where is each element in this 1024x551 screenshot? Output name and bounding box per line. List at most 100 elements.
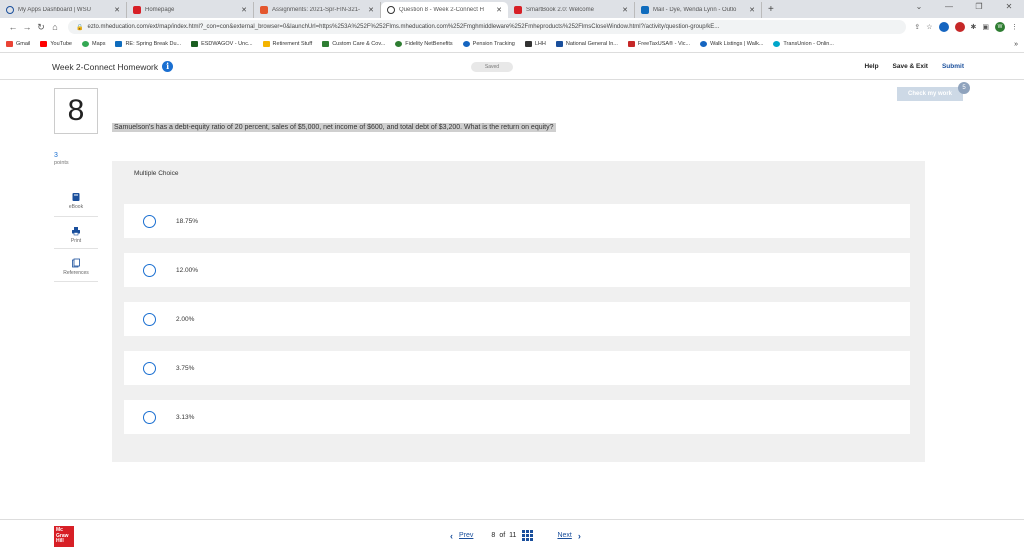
back-arrow-icon[interactable]: ← bbox=[6, 22, 20, 32]
bookmark-item[interactable]: Maps bbox=[82, 41, 105, 47]
radio-button[interactable] bbox=[143, 263, 156, 277]
extension-icon[interactable] bbox=[954, 22, 965, 32]
bookmark-item[interactable]: TransUnion - Onlin... bbox=[773, 41, 834, 47]
prev-button[interactable]: Prev bbox=[459, 532, 473, 539]
browser-tab[interactable]: Homepage ✕ bbox=[127, 2, 254, 18]
answer-choice[interactable]: 12.00% bbox=[124, 253, 910, 287]
save-exit-button[interactable]: Save & Exit bbox=[893, 63, 928, 70]
answer-choice[interactable]: 3.75% bbox=[124, 351, 910, 385]
question-pager: ‹ Prev 8 of 11 Next › bbox=[450, 530, 581, 541]
bookmark-item[interactable]: Gmail bbox=[6, 41, 30, 47]
multiple-choice-panel: Multiple Choice 18.75% 12.00% 2.00% 3.75… bbox=[112, 161, 925, 462]
browser-tab[interactable]: My Apps Dashboard | WSU ✕ bbox=[0, 2, 127, 18]
bookmark-item[interactable]: National General In... bbox=[555, 41, 618, 47]
assignment-title: Week 2-Connect Homework bbox=[52, 61, 159, 72]
close-window-icon[interactable]: ✕ bbox=[994, 0, 1024, 18]
url-field[interactable]: 🔒 ezto.mheducation.com/ext/map/index.htm… bbox=[68, 20, 907, 34]
esd-icon bbox=[191, 41, 199, 47]
reload-icon[interactable]: ↻ bbox=[34, 22, 48, 33]
bookmark-item[interactable]: Fidelity NetBenefits bbox=[395, 41, 453, 47]
tab-close-icon[interactable]: ✕ bbox=[368, 6, 374, 14]
bookmark-item[interactable]: Pension Tracking bbox=[462, 41, 515, 47]
lhh-icon bbox=[524, 41, 532, 47]
answer-choice-text: 18.75% bbox=[176, 217, 199, 225]
question-text: Samuelson's has a debt-equity ratio of 2… bbox=[112, 123, 556, 132]
custom-care-icon bbox=[322, 41, 330, 47]
tab-close-icon[interactable]: ✕ bbox=[114, 6, 120, 14]
assignment-header: Week 2-Connect Homework i Saved Help Sav… bbox=[0, 54, 1024, 80]
tab-close-icon[interactable]: ✕ bbox=[622, 6, 628, 14]
bookmark-item[interactable]: Retirement Stuff bbox=[262, 41, 312, 47]
divider bbox=[54, 216, 98, 217]
extension-icon[interactable] bbox=[938, 22, 949, 32]
tab-close-icon[interactable]: ✕ bbox=[749, 6, 755, 14]
chevron-right-icon[interactable]: › bbox=[578, 531, 581, 541]
answer-choice-text: 3.75% bbox=[176, 364, 195, 372]
fidelity-icon bbox=[395, 41, 403, 47]
bookmark-item[interactable]: FreeTaxUSA® - Vic... bbox=[627, 41, 690, 47]
puzzle-icon[interactable]: ✱ bbox=[971, 23, 977, 31]
url-text: ezto.mheducation.com/ext/map/index.html?… bbox=[87, 24, 720, 30]
bookmark-item[interactable]: Custom Care & Cov... bbox=[322, 41, 385, 47]
window-controls: ⌄ — ❐ ✕ bbox=[904, 0, 1024, 18]
next-button[interactable]: Next bbox=[557, 532, 571, 539]
ebook-label: eBook bbox=[68, 204, 84, 210]
answer-choice[interactable]: 2.00% bbox=[124, 302, 910, 336]
tab-favicon-icon bbox=[260, 6, 268, 14]
menu-kebab-icon[interactable]: ⋮ bbox=[1011, 23, 1018, 31]
references-button[interactable]: References bbox=[54, 258, 98, 276]
bookmarks-more-button[interactable]: » bbox=[1014, 41, 1018, 48]
sidebar-icon[interactable]: ▣ bbox=[982, 23, 989, 31]
tab-favicon-icon bbox=[133, 6, 141, 14]
share-icon[interactable]: ⇪ bbox=[914, 23, 920, 31]
tab-title: Homepage bbox=[145, 7, 175, 13]
submit-button[interactable]: Submit bbox=[942, 63, 964, 70]
tab-close-icon[interactable]: ✕ bbox=[241, 6, 247, 14]
answer-choice[interactable]: 3.13% bbox=[124, 400, 910, 434]
divider bbox=[54, 248, 98, 249]
bookmarks-bar: Gmail YouTube Maps RE: Spring Break Du..… bbox=[0, 36, 1024, 53]
radio-button[interactable] bbox=[143, 410, 156, 424]
home-icon[interactable]: ⌂ bbox=[48, 22, 62, 32]
answer-choice[interactable]: 18.75% bbox=[124, 204, 910, 238]
bookmark-item[interactable]: RE: Spring Break Du... bbox=[115, 41, 181, 47]
print-button[interactable]: Print bbox=[54, 226, 98, 244]
ebook-button[interactable]: eBook bbox=[54, 192, 98, 210]
flag-icon bbox=[627, 41, 635, 47]
info-icon[interactable]: i bbox=[162, 61, 174, 72]
gmail-icon bbox=[6, 41, 13, 47]
bookmark-item[interactable]: LHH bbox=[524, 41, 546, 47]
browser-tab-active[interactable]: Question 8 - Week 2-Connect H ✕ bbox=[381, 2, 508, 18]
tab-title: Question 8 - Week 2-Connect H bbox=[399, 7, 484, 13]
radio-button[interactable] bbox=[143, 361, 156, 375]
star-icon[interactable]: ☆ bbox=[926, 23, 932, 31]
tab-favicon-icon bbox=[6, 6, 14, 14]
profile-avatar[interactable]: W bbox=[995, 22, 1005, 32]
footer: Mc Graw Hill ‹ Prev 8 of 11 Next › bbox=[0, 519, 1024, 551]
tab-search-icon[interactable]: ⌄ bbox=[904, 0, 934, 18]
print-icon bbox=[72, 227, 80, 236]
browser-tab[interactable]: Mail - Dye, Wenda Lynn - Outlo ✕ bbox=[635, 2, 762, 18]
browser-tab[interactable]: SmartBook 2.0: Welcome ✕ bbox=[508, 2, 635, 18]
minimize-icon[interactable]: — bbox=[934, 0, 964, 18]
forward-arrow-icon[interactable]: → bbox=[20, 22, 34, 32]
tab-favicon-icon bbox=[514, 6, 522, 14]
bookmark-item[interactable]: Walk Listings | Walk... bbox=[700, 41, 763, 47]
browser-tab[interactable]: Assignments: 2021-Spr-FIN-321- ✕ bbox=[254, 2, 381, 18]
tab-close-icon[interactable]: ✕ bbox=[496, 6, 502, 14]
chevron-left-icon[interactable]: ‹ bbox=[450, 531, 453, 541]
header-actions: Help Save & Exit Submit bbox=[864, 63, 964, 70]
new-tab-button[interactable]: + bbox=[768, 4, 774, 15]
page-of: of bbox=[499, 532, 506, 539]
browser-tab-strip: My Apps Dashboard | WSU ✕ Homepage ✕ Ass… bbox=[0, 0, 1024, 18]
bookmark-item[interactable]: ESDWAGOV - Unc... bbox=[191, 41, 253, 47]
page-total: 11 bbox=[509, 532, 517, 539]
tab-title: SmartBook 2.0: Welcome bbox=[526, 7, 594, 13]
help-button[interactable]: Help bbox=[864, 63, 878, 70]
check-my-work-button[interactable]: Check my work bbox=[897, 87, 963, 101]
radio-button[interactable] bbox=[143, 214, 156, 228]
grid-view-icon[interactable] bbox=[522, 530, 534, 541]
radio-button[interactable] bbox=[143, 312, 156, 326]
bookmark-item[interactable]: YouTube bbox=[40, 41, 72, 47]
restore-icon[interactable]: ❐ bbox=[964, 0, 994, 18]
